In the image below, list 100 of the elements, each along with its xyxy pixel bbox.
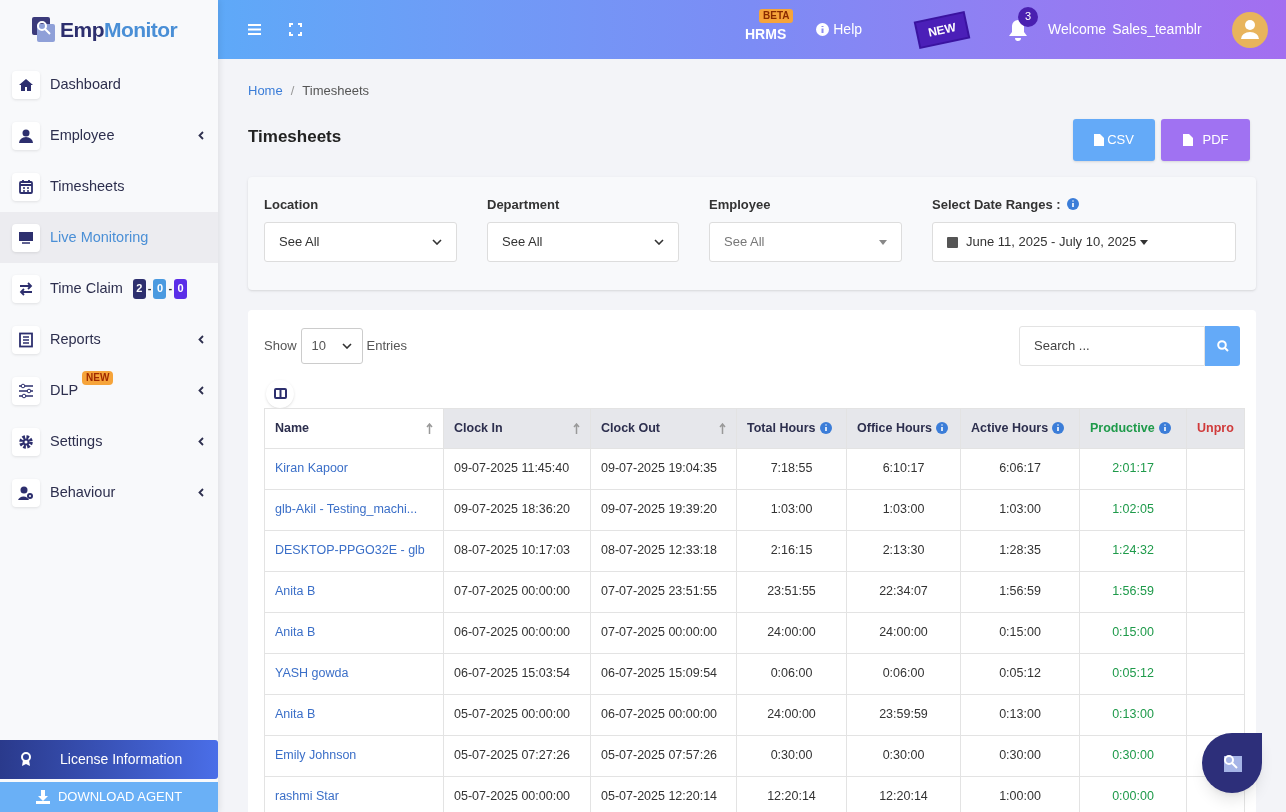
bell-icon[interactable]	[1008, 18, 1029, 41]
chevron-down-icon	[432, 239, 442, 245]
table-cell: 05-07-2025 00:00:00	[454, 789, 571, 804]
table-cell: 05-07-2025 07:57:26	[601, 748, 718, 763]
date-range-field[interactable]: June 11, 2025 - July 10, 2025	[932, 222, 1236, 262]
avatar-icon[interactable]	[1231, 11, 1268, 48]
table-cell: 0:30:00	[999, 748, 1041, 763]
table-cell: 09-07-2025 18:36:20	[454, 502, 571, 517]
info-icon	[816, 23, 830, 36]
employee-link[interactable]: Emily Johnson	[275, 748, 357, 763]
employee-link[interactable]: rashmi Star	[275, 789, 339, 804]
table-cell: 08-07-2025 10:17:03	[454, 543, 571, 558]
table-cell: 0:15:00	[1112, 625, 1154, 640]
sidebar-item[interactable]: Employee	[0, 110, 218, 161]
home-icon	[19, 77, 33, 92]
table-cell: 0:13:00	[999, 707, 1041, 722]
column-header[interactable]: Name	[275, 418, 310, 438]
table-cell: 0:05:12	[999, 666, 1041, 681]
user-icon	[19, 128, 33, 143]
table-cell: 0:00:00	[1112, 789, 1154, 804]
table-cell: 1:28:35	[999, 543, 1041, 558]
table-cell: 6:10:17	[882, 461, 925, 476]
table-cell: 09-07-2025 19:39:20	[601, 502, 718, 517]
breadcrumb-separator: /	[290, 82, 295, 100]
sort-arrow-icon[interactable]	[573, 422, 580, 434]
entries-select[interactable]: 10	[300, 327, 363, 364]
logo-icon	[32, 16, 56, 43]
breadcrumb-home-link[interactable]: Home	[248, 81, 283, 101]
table-cell: 1:03:00	[770, 502, 813, 517]
employee-link[interactable]: Anita B	[275, 625, 316, 640]
caret-down-icon	[1140, 239, 1149, 245]
table-cell: 7:18:55	[770, 461, 813, 476]
swap-arrows-icon	[19, 281, 33, 296]
caret-down-icon	[879, 239, 887, 245]
table-cell: 06-07-2025 15:09:54	[601, 666, 718, 681]
calendar-icon	[19, 179, 33, 194]
sort-arrow-icon[interactable]	[719, 422, 726, 434]
sidebar-item[interactable]: Reports	[0, 314, 218, 365]
employee-link[interactable]: Kiran Kapoor	[275, 461, 348, 476]
beta-badge: BETA	[759, 8, 794, 23]
table-cell: 12:20:14	[767, 789, 816, 804]
sidebar-item[interactable]: Dashboard	[0, 59, 218, 110]
select-field[interactable]: See All	[264, 222, 457, 262]
license-information-button[interactable]: License Information	[0, 740, 218, 779]
sidebar-item[interactable]: DLP NEW	[0, 365, 218, 416]
notification-count: 3	[1018, 6, 1039, 27]
brand-name: EmpMonitor	[60, 16, 178, 43]
select-field[interactable]: See All	[487, 222, 679, 262]
filter-label: Select Date Ranges :	[932, 195, 1061, 214]
sort-arrow-icon[interactable]	[426, 422, 433, 434]
settings-icon	[19, 434, 33, 449]
search-button[interactable]	[1205, 325, 1240, 366]
filter-label: Department	[487, 195, 560, 214]
employee-link[interactable]: YASH gowda	[275, 666, 349, 681]
sidebar-item[interactable]: Settings	[0, 416, 218, 467]
document-icon	[19, 332, 33, 347]
table-cell: 06-07-2025 00:00:00	[454, 625, 571, 640]
table-cell: 1:56:59	[999, 584, 1041, 599]
claim-count: 2	[132, 278, 146, 299]
claim-count: 0	[174, 278, 188, 299]
download-icon	[35, 790, 50, 804]
table-cell: 24:00:00	[879, 625, 928, 640]
table-cell: 05-07-2025 07:27:26	[454, 748, 571, 763]
sliders-icon	[19, 383, 33, 398]
employee-link[interactable]: Anita B	[275, 707, 316, 722]
menu-icon[interactable]	[248, 24, 261, 35]
table-cell: 22:34:07	[879, 584, 928, 599]
table-cell: 1:02:05	[1112, 502, 1154, 517]
chevron-down-icon	[341, 342, 352, 349]
filter-label: Location	[264, 195, 319, 214]
employee-link[interactable]: Anita B	[275, 584, 316, 599]
breadcrumb-current: Timesheets	[302, 82, 370, 100]
table-cell: 1:24:32	[1112, 543, 1154, 558]
new-ribbon[interactable]: NEW	[916, 12, 968, 47]
entries-label: Entries	[366, 336, 407, 355]
table-cell: 05-07-2025 12:20:14	[601, 789, 718, 804]
sidebar-item[interactable]: Time Claim 2 - 0 - 0	[0, 263, 218, 314]
new-badge: NEW	[82, 371, 114, 385]
table-cell: 24:00:00	[767, 625, 816, 640]
welcome-text: Welcome	[1048, 20, 1107, 39]
chevron-down-icon	[654, 239, 664, 245]
table-cell: 0:30:00	[1112, 748, 1154, 763]
search-field[interactable]: Search ...	[1019, 325, 1205, 366]
count-separator: -	[147, 281, 152, 297]
table-cell: 05-07-2025 00:00:00	[454, 707, 571, 722]
fullscreen-icon[interactable]	[289, 23, 302, 36]
table-cell: 1:00:00	[999, 789, 1041, 804]
file-icon	[1094, 133, 1105, 146]
table-cell: 0:30:00	[770, 748, 813, 763]
sidebar-item[interactable]: Behaviour	[0, 467, 218, 518]
claim-count: 0	[153, 278, 167, 299]
table-cell: 0:05:12	[1112, 666, 1154, 681]
table-cell: 6:06:17	[999, 461, 1041, 476]
table-cell: 0:15:00	[999, 625, 1041, 640]
column-header[interactable]: Clock In	[454, 418, 503, 438]
table-cell: 1:56:59	[1112, 584, 1154, 599]
columns-toggle-button[interactable]	[266, 379, 294, 408]
table-cell: 07-07-2025 23:51:55	[601, 584, 718, 599]
select-field[interactable]: See All	[709, 222, 902, 262]
sidebar-item[interactable]: Timesheets	[0, 161, 218, 212]
